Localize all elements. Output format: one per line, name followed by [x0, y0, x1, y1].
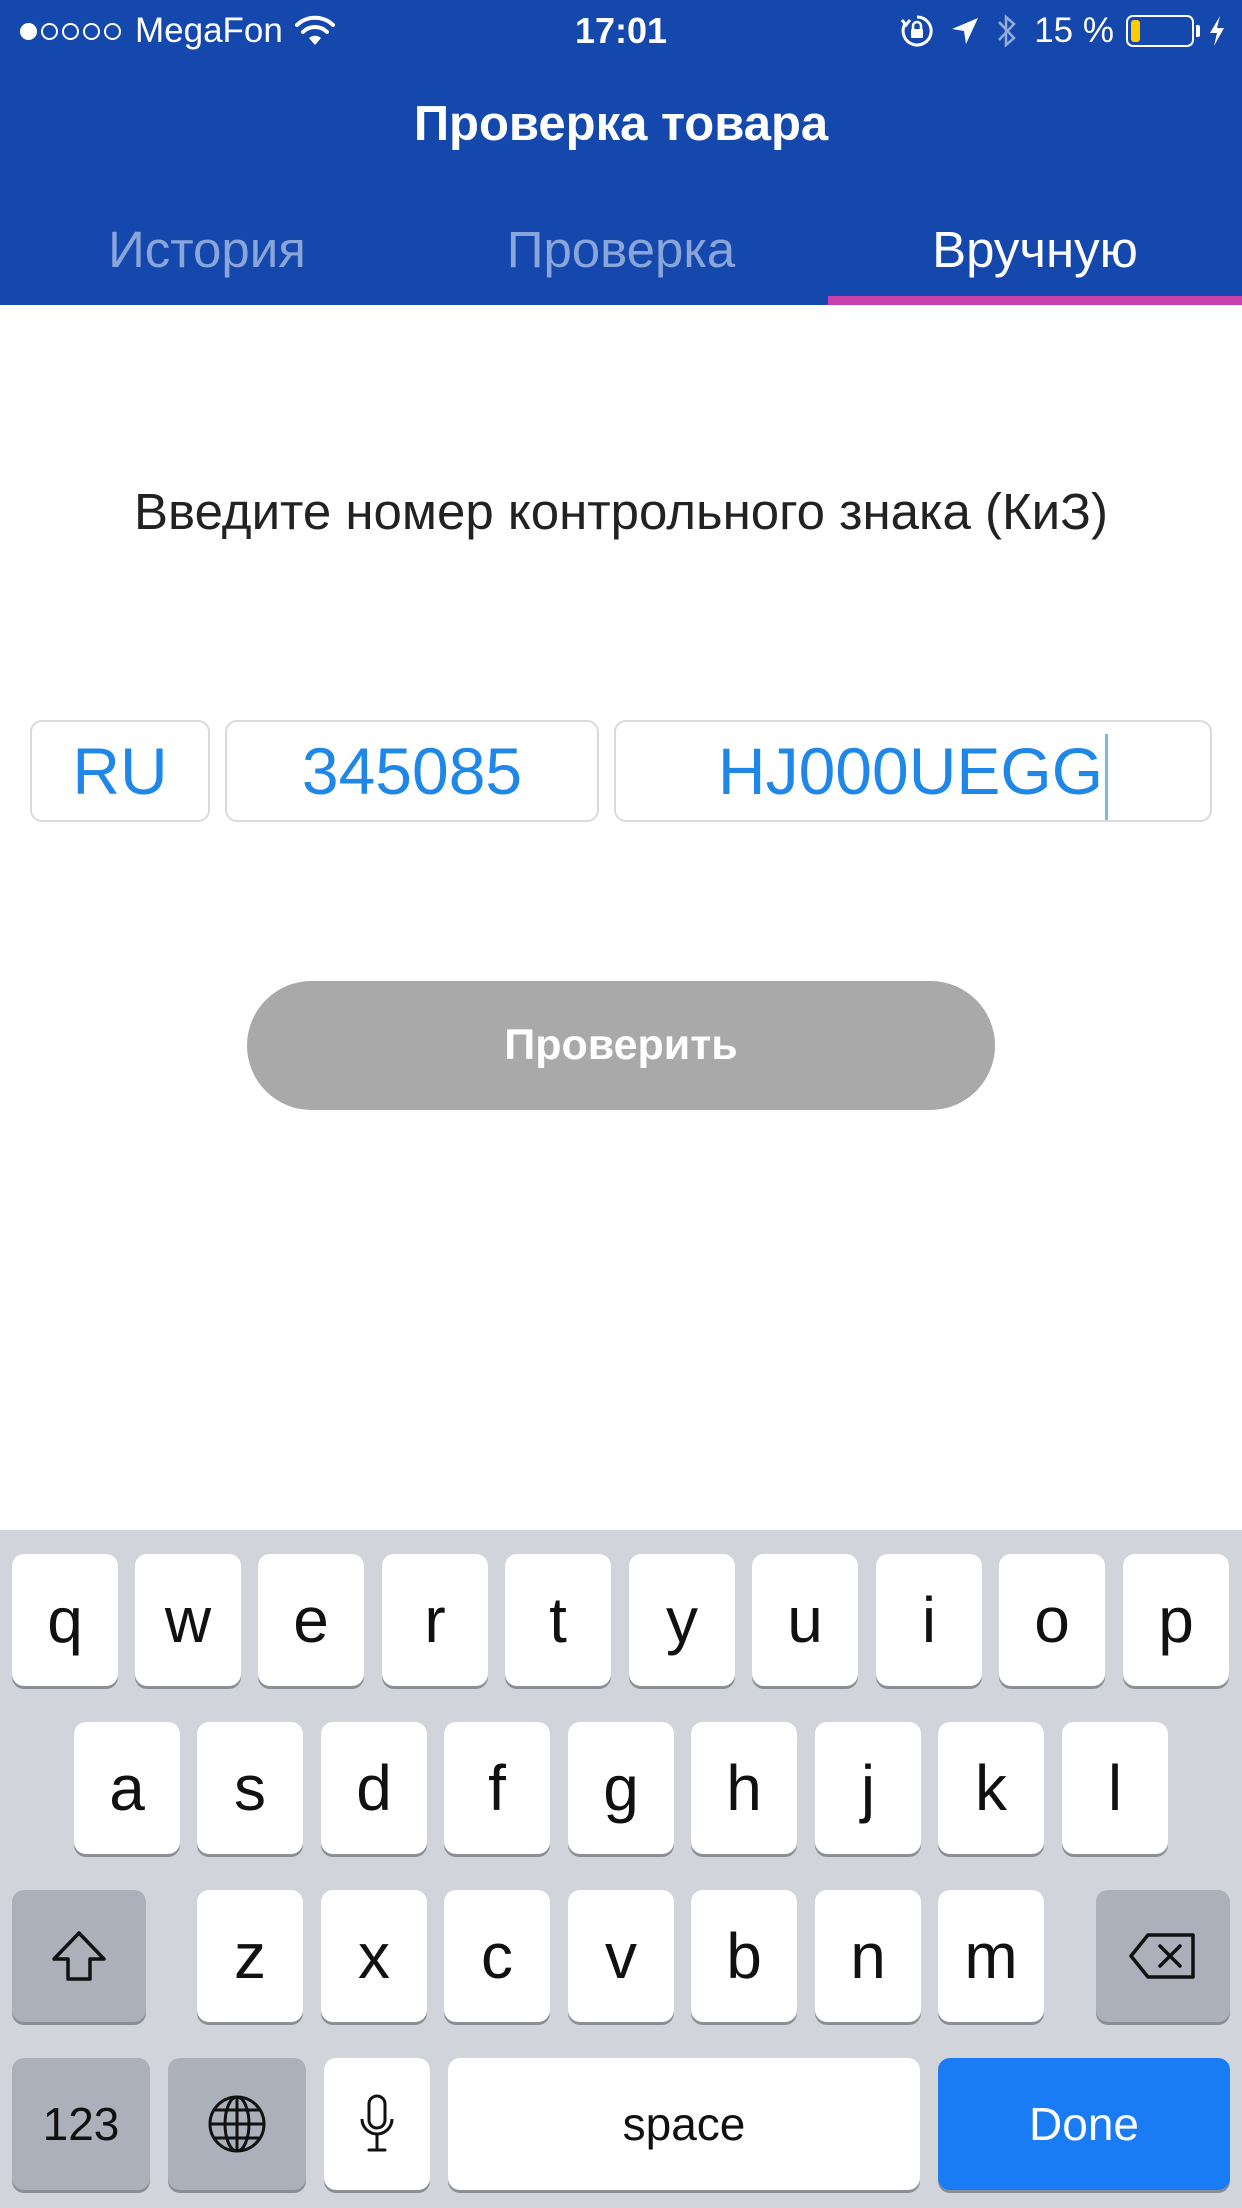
tab-check[interactable]: Проверка [414, 205, 828, 305]
tab-bar: История Проверка Вручную [0, 205, 1242, 305]
key-i[interactable]: i [876, 1554, 982, 1686]
key-t[interactable]: t [505, 1554, 611, 1686]
key-q[interactable]: q [12, 1554, 118, 1686]
orientation-lock-icon [901, 15, 933, 47]
key-z[interactable]: z [197, 1890, 303, 2022]
number-field[interactable]: 345085 [225, 720, 599, 822]
key-e[interactable]: e [258, 1554, 364, 1686]
location-arrow-icon [952, 18, 979, 44]
key-n[interactable]: n [815, 1890, 921, 2022]
globe-icon [208, 2095, 266, 2153]
key-o[interactable]: o [999, 1554, 1105, 1686]
country-code-field[interactable]: RU [30, 720, 210, 822]
key-v[interactable]: v [568, 1890, 674, 2022]
page-title: Проверка товара [413, 97, 829, 151]
status-bar: MegaFon 17:01 15 % [0, 0, 1242, 62]
tab-history[interactable]: История [0, 205, 414, 305]
tab-manual[interactable]: Вручную [828, 205, 1242, 305]
text-cursor [1105, 733, 1109, 820]
space-key[interactable]: space [448, 2058, 920, 2190]
battery-percent: 15 % [1034, 11, 1114, 50]
key-h[interactable]: h [691, 1722, 797, 1854]
key-f[interactable]: f [444, 1722, 550, 1854]
status-right: 15 % [884, 10, 1226, 52]
backspace-key[interactable] [1096, 1890, 1230, 2022]
battery-body [1126, 15, 1194, 47]
numbers-key[interactable]: 123 [12, 2058, 150, 2190]
battery-icon [1126, 15, 1200, 47]
serial-value: HJ000UEGG [717, 734, 1104, 808]
serial-field[interactable]: HJ000UEGG [614, 720, 1212, 822]
key-r[interactable]: r [382, 1554, 488, 1686]
battery-fill [1131, 20, 1140, 42]
key-j[interactable]: j [815, 1722, 921, 1854]
microphone-icon [360, 2094, 394, 2152]
key-b[interactable]: b [691, 1890, 797, 2022]
microphone-key[interactable] [324, 2058, 430, 2190]
number-value: 345085 [301, 734, 523, 808]
country-code-value: RU [72, 734, 168, 808]
key-s[interactable]: s [197, 1722, 303, 1854]
shift-key[interactable] [12, 1890, 146, 2022]
key-c[interactable]: c [444, 1890, 550, 2022]
shift-icon [52, 1931, 106, 1981]
key-d[interactable]: d [321, 1722, 427, 1854]
keyboard: q w e r t y u i o p a s d f g h j k l z … [0, 1530, 1242, 2208]
backspace-icon [1129, 1933, 1195, 1979]
header: MegaFon 17:01 15 % Проверка товара Истор… [0, 0, 1242, 305]
globe-key[interactable] [168, 2058, 306, 2190]
bluetooth-icon [998, 14, 1017, 48]
charging-bolt-icon [1210, 16, 1224, 46]
key-l[interactable]: l [1062, 1722, 1168, 1854]
key-u[interactable]: u [752, 1554, 858, 1686]
key-k[interactable]: k [938, 1722, 1044, 1854]
key-w[interactable]: w [135, 1554, 241, 1686]
done-key[interactable]: Done [938, 2058, 1230, 2190]
instruction-text: Введите номер контрольного знака (КиЗ) [134, 483, 1108, 540]
check-button[interactable]: Проверить [247, 981, 995, 1110]
key-p[interactable]: p [1123, 1554, 1229, 1686]
key-m[interactable]: m [938, 1890, 1044, 2022]
key-g[interactable]: g [568, 1722, 674, 1854]
battery-tip [1196, 25, 1200, 37]
key-y[interactable]: y [629, 1554, 735, 1686]
key-x[interactable]: x [321, 1890, 427, 2022]
key-a[interactable]: a [74, 1722, 180, 1854]
